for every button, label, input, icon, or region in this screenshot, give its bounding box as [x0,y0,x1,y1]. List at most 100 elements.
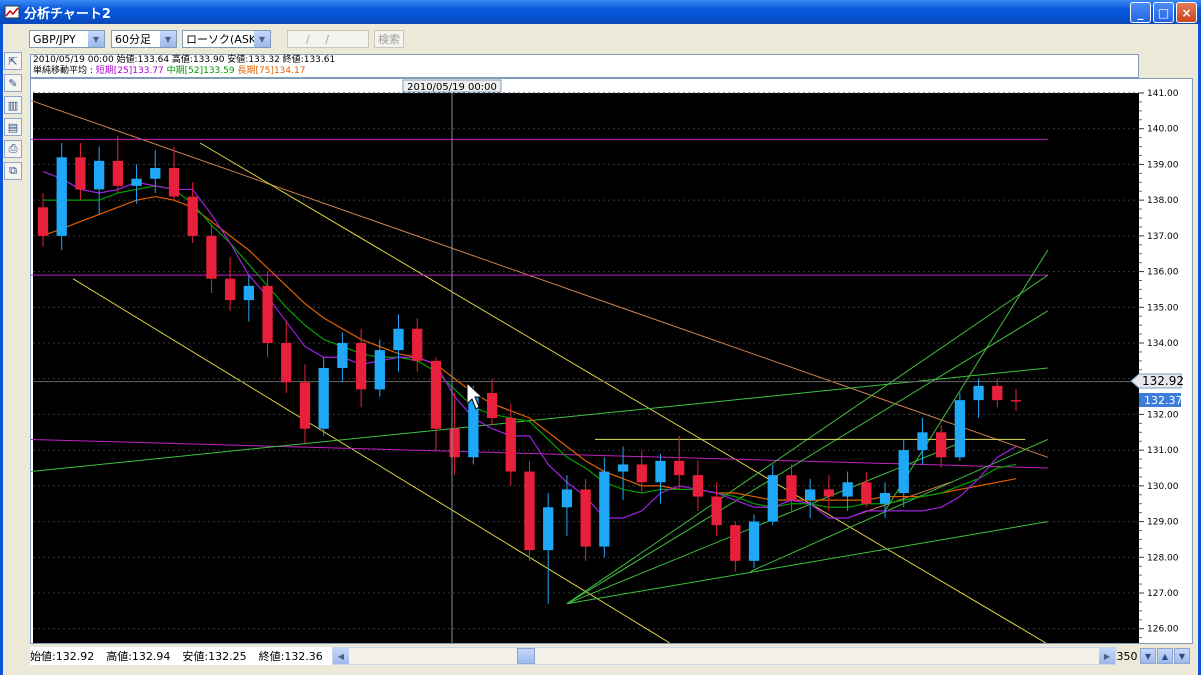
chart-panel[interactable]: 141.00 140.00 139.00 138.00 137.00 136.00 135.… [30,78,1193,644]
candle-body [449,428,460,458]
status-low: 安値:132.25 [182,650,247,663]
horizontal-scrollbar[interactable]: ◀ ▶ [332,647,1116,665]
candle-body [150,168,161,179]
candle-body [561,489,573,508]
chevron-down-icon[interactable]: ▼ [160,31,176,47]
candle-body [954,400,966,458]
candle-body [318,368,329,429]
candle-body [131,178,142,186]
status-close: 終値:132.36 [258,650,323,663]
ma-mid-label: 中期[52]133.59 [166,66,235,76]
zoom-in-icon[interactable]: ▲ [1157,648,1173,664]
price-axis-label: 129.00 [1147,518,1179,528]
candle-body [655,460,666,483]
copy-icon[interactable]: ⧉ [4,162,22,180]
interval-select[interactable]: 60分足 ▼ [111,30,177,48]
price-axis-label: 128.00 [1147,553,1179,563]
pair-select[interactable]: GBP/JPY ▼ [29,30,105,48]
candle-body [767,475,778,522]
window-title: 分析チャート2 [24,6,111,22]
price-axis-label: 139.00 [1147,160,1179,170]
price-chart[interactable]: 141.00 140.00 139.00 138.00 137.00 136.00 135.… [31,79,1192,643]
status-high: 高値:132.94 [106,650,171,663]
candle-body [374,350,385,390]
print-icon[interactable]: ⎙ [4,140,22,158]
candle-body [505,418,516,472]
ohlc-info-bar: 2010/05/19 00:00 始値:133.64 高値:133.90 安値:… [30,54,1139,78]
candle-body [599,471,610,547]
cursor-time-label: 2010/05/19 00:00 [407,82,497,93]
status-open: 始値:132.92 [30,650,95,663]
candle-body [299,382,311,429]
pen-icon[interactable]: ✎ [4,74,22,92]
candle [748,514,760,568]
scroll-left-icon[interactable]: ◀ [333,648,349,664]
bar-chart-icon[interactable]: ▥ [4,96,22,114]
candle-body [206,235,217,279]
chart-type-select-value: ローソク(ASK) [186,33,261,46]
price-axis-label: 137.00 [1147,232,1179,242]
price-axis-label: 134.00 [1147,339,1179,349]
chevron-down-icon[interactable]: ▼ [254,31,270,47]
price-axis-label: 131.00 [1147,446,1179,456]
zoom-dropdown-icon[interactable]: ▼ [1140,648,1156,664]
candle-body [879,493,891,504]
candle-body [224,278,236,301]
current-price-label: 132.92 [1142,374,1184,388]
price-axis-label: 130.00 [1147,482,1179,492]
scroll-right-icon[interactable]: ▶ [1099,648,1115,664]
candle-body [93,160,105,190]
candle-body [37,207,49,236]
app-icon [4,5,20,19]
candle-body [486,393,498,418]
candle-body [412,328,423,361]
candle-body [430,360,442,429]
candle-body [524,471,535,551]
candle-body [936,432,947,458]
chart-type-select[interactable]: ローソク(ASK) ▼ [182,30,271,48]
side-toolbar: ⇱ ✎ ▥ ▤ ⎙ ⧉ [4,52,22,184]
candle [524,460,535,561]
candle-body [692,475,704,497]
zoom-out-icon[interactable]: ▼ [1174,648,1190,664]
title-bar: 分析チャート2 _ □ × [0,0,1201,24]
scroll-thumb[interactable] [517,648,535,664]
cursor-price-label: 132.37 [1144,394,1183,407]
price-axis-label: 140.00 [1147,125,1179,135]
search-button[interactable]: 検索 [374,30,404,48]
candle-body [711,496,722,526]
candle [599,457,610,558]
candle-body [730,525,741,561]
zoom-value: 350 [1116,649,1138,663]
candle-body [75,157,86,190]
candle-body [243,285,254,301]
candle-body [168,168,180,197]
candle-body [805,489,816,501]
candle-body [337,343,348,368]
price-axis-label: 132.00 [1147,410,1179,420]
ma-long-label: 長期[75]134.17 [237,66,306,76]
ma-title: 単純移動平均 : [33,66,93,76]
candle [954,393,966,461]
indicator-icon[interactable]: ▤ [4,118,22,136]
chevron-down-icon[interactable]: ▼ [88,31,104,47]
maximize-button[interactable]: □ [1153,2,1174,23]
price-axis-label: 136.00 [1147,268,1179,278]
candle-body [636,464,647,483]
date-field-value: / / [306,32,335,46]
candle-body [543,507,554,551]
candle-body [898,450,909,493]
candle-body [187,196,198,236]
minimize-button[interactable]: _ [1130,2,1151,23]
price-axis-label: 141.00 [1147,89,1179,99]
candle-body [861,482,872,504]
candle [318,357,329,436]
close-button[interactable]: × [1176,2,1197,23]
cursor-icon[interactable]: ⇱ [4,52,22,70]
candle-body [580,489,591,547]
candle-body [823,489,835,497]
date-field[interactable]: / / [287,30,369,48]
ohlc-info-line: 2010/05/19 00:00 始値:133.64 高値:133.90 安値:… [33,55,336,65]
candle-body [992,385,1003,401]
status-bar: 始値:132.92 高値:132.94 安値:132.25 終値:132.36 [30,647,332,665]
